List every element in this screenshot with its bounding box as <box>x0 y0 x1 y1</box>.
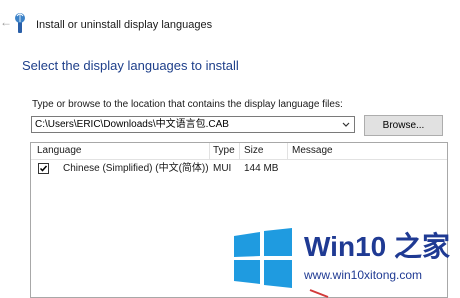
page-heading: Select the display languages to install <box>22 58 239 73</box>
path-label: Type or browse to the location that cont… <box>32 99 343 110</box>
column-divider <box>209 143 210 159</box>
column-divider <box>287 143 288 159</box>
column-divider <box>239 143 240 159</box>
column-header-message[interactable]: Message <box>292 145 333 157</box>
title-bar: ← Install or uninstall display languages <box>0 0 460 44</box>
column-header-size[interactable]: Size <box>244 145 263 157</box>
back-arrow-icon[interactable]: ← <box>0 16 12 28</box>
watermark-brand: Win10 之家 <box>304 231 450 262</box>
browse-button[interactable]: Browse... <box>364 115 443 136</box>
list-header: Language Type Size Message <box>31 143 447 160</box>
install-display-languages-window: ← Install or uninstall display languages… <box>0 0 460 298</box>
language-checkbox[interactable] <box>38 163 49 174</box>
column-header-language[interactable]: Language <box>37 145 82 157</box>
table-row[interactable]: Chinese (Simplified) (中文(简体)) MUI 144 MB <box>31 162 447 178</box>
window-title: Install or uninstall display languages <box>36 19 213 31</box>
chevron-down-icon[interactable] <box>340 118 352 131</box>
cell-size: 144 MB <box>244 163 279 174</box>
cell-language: Chinese (Simplified) (中文(简体)) <box>63 163 209 174</box>
column-header-type[interactable]: Type <box>213 145 235 157</box>
windows-logo-icon <box>234 228 292 288</box>
pointer-arrow-icon <box>309 289 329 298</box>
path-combo-box[interactable]: C:\Users\ERIC\Downloads\中文语言包.CAB <box>31 116 355 133</box>
watermark-url: www.win10xitong.com <box>304 268 423 282</box>
language-pack-icon <box>15 13 25 33</box>
checkmark-icon <box>39 165 48 172</box>
watermark: Win10 之家 www.win10xitong.com <box>226 226 460 298</box>
cell-type: MUI <box>213 163 232 174</box>
path-value[interactable]: C:\Users\ERIC\Downloads\中文语言包.CAB <box>35 119 229 131</box>
